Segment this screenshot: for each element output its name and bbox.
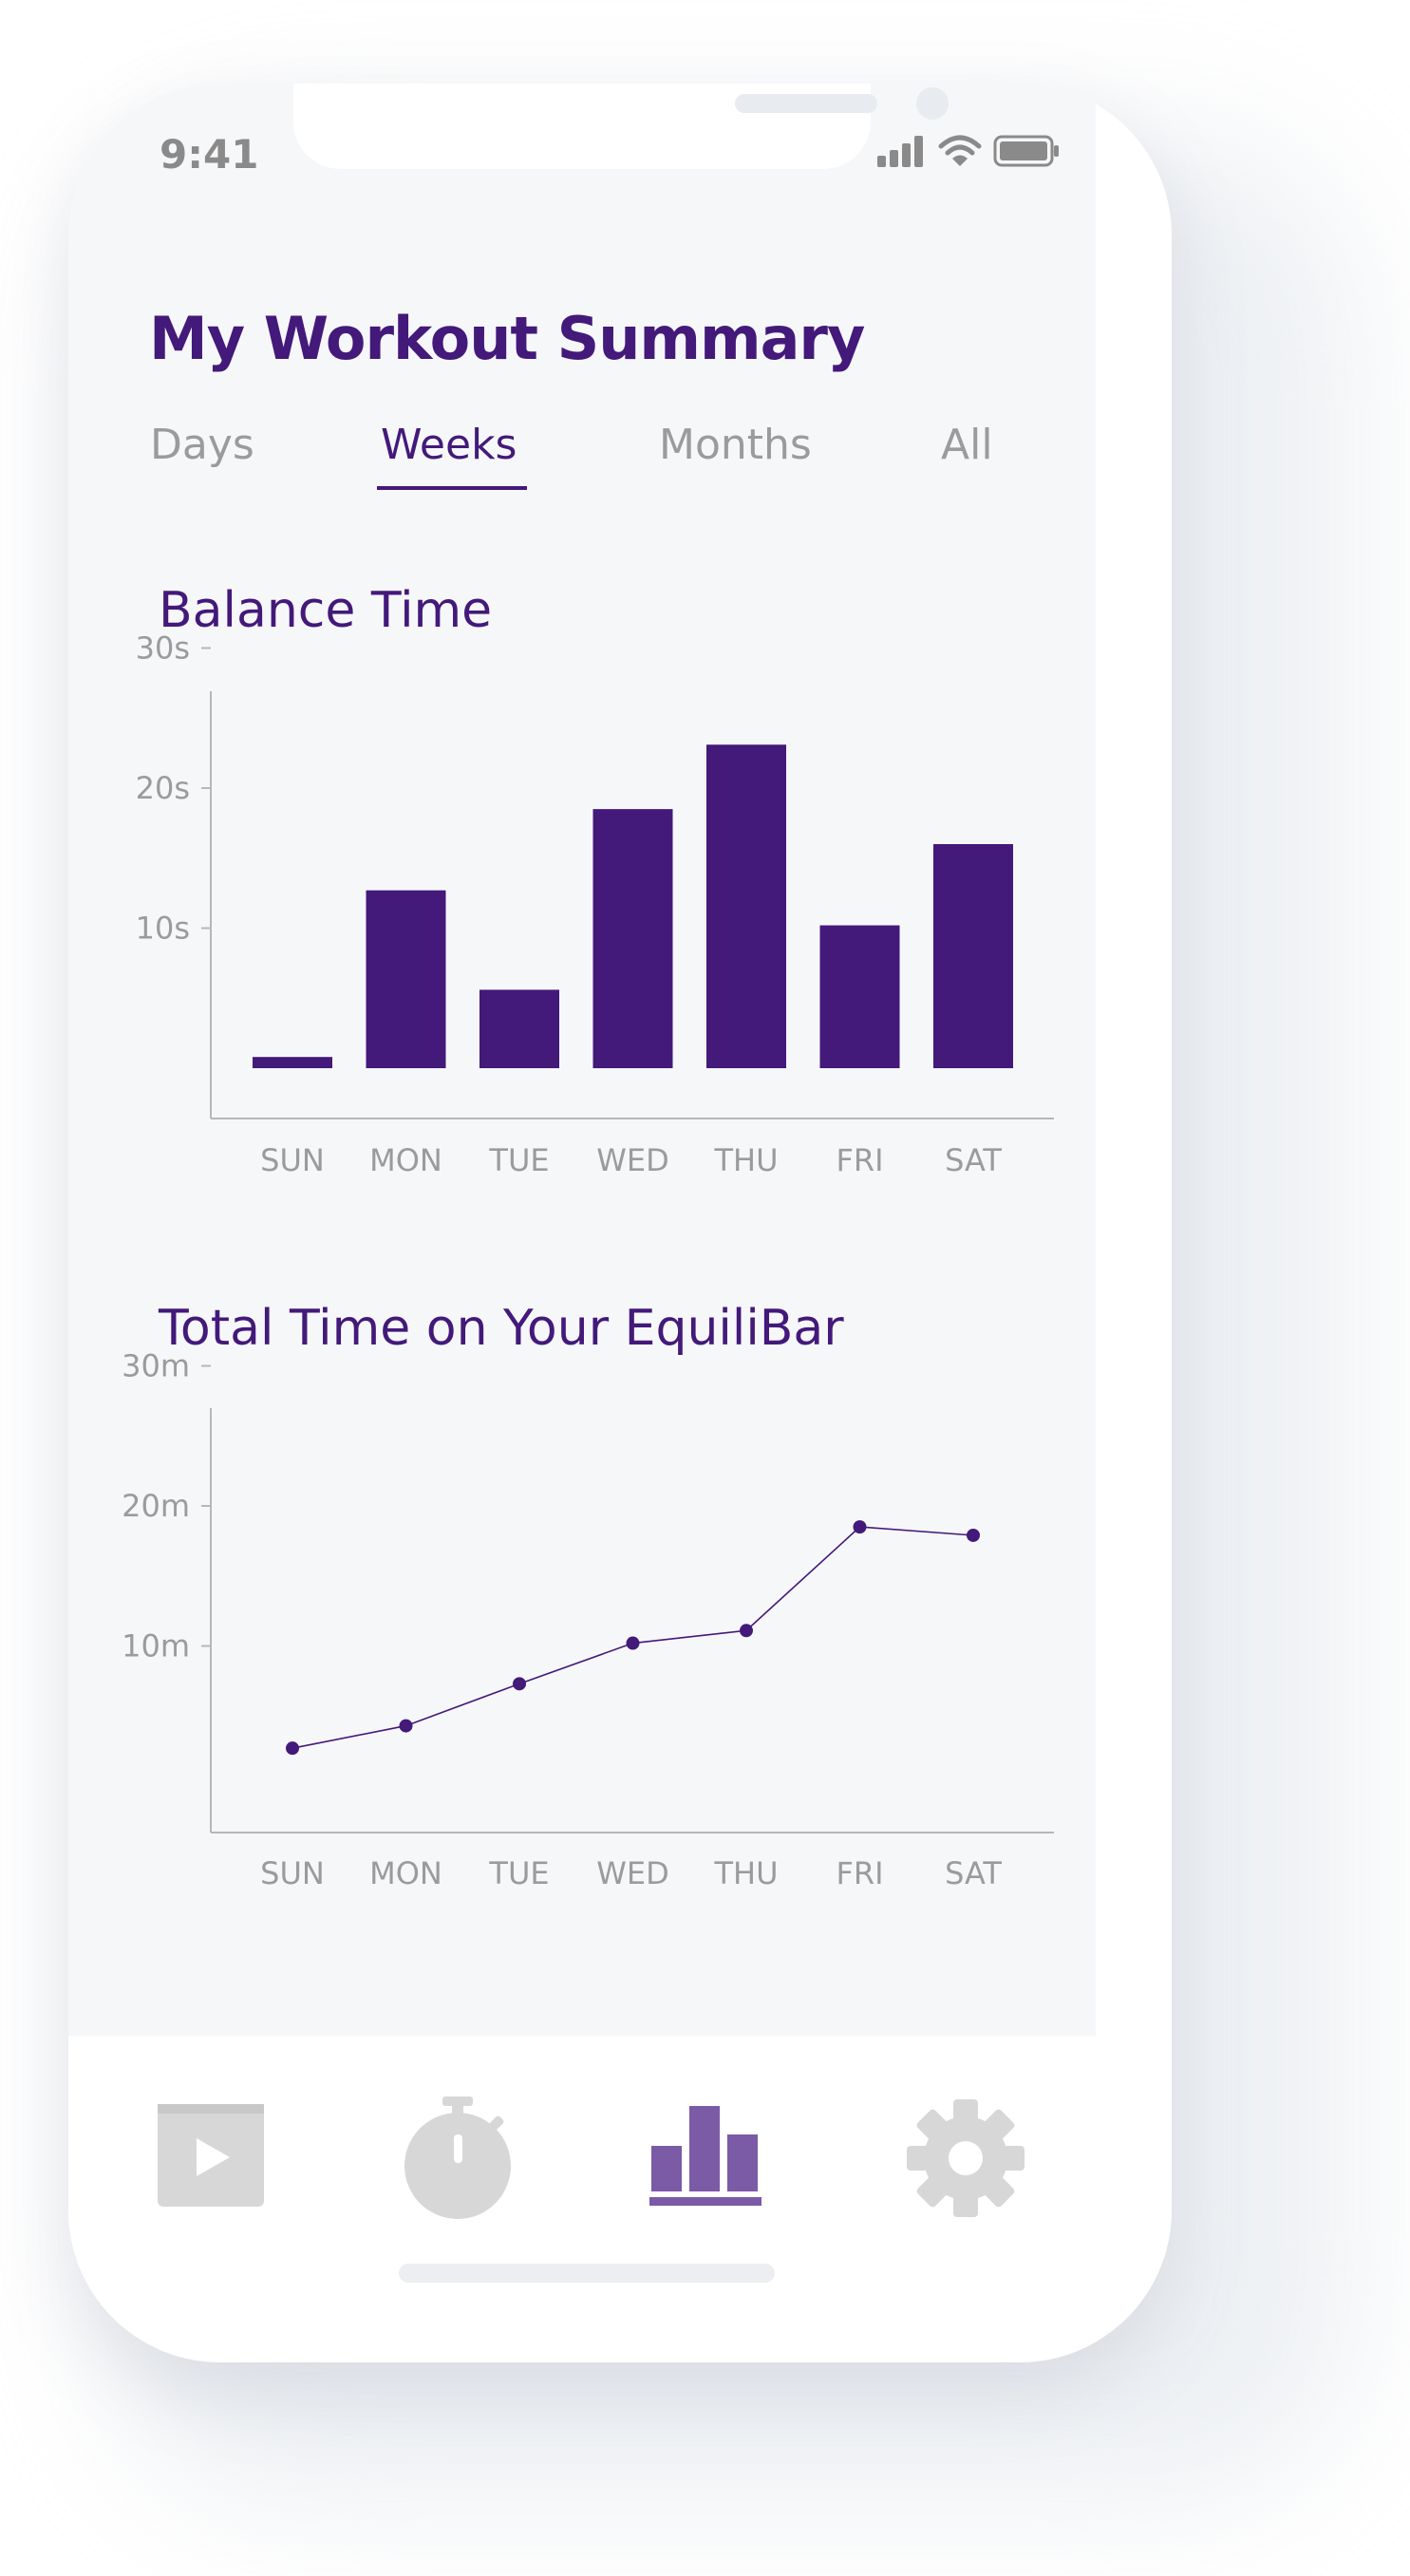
total-time-chart: 10m 20m 30m SUN MON TUE WED THU FRI SAT <box>122 1348 1054 1891</box>
x-tick-label: WED <box>596 1855 669 1891</box>
stopwatch-icon[interactable] <box>401 2097 515 2220</box>
video-play-icon[interactable] <box>154 2097 268 2210</box>
y-tick-label: 30m <box>122 1348 190 1384</box>
data-point <box>853 1520 867 1534</box>
x-tick-label: SUN <box>260 1855 325 1891</box>
x-tick-label: SAT <box>945 1855 1002 1891</box>
data-point <box>286 1741 299 1756</box>
gear-icon[interactable] <box>904 2097 1027 2220</box>
bar-chart-icon[interactable] <box>648 2097 771 2210</box>
x-tick-label: FRI <box>836 1855 883 1891</box>
x-tick-label: THU <box>713 1855 778 1891</box>
data-point <box>626 1636 640 1650</box>
home-indicator <box>399 2264 775 2283</box>
data-point <box>513 1677 526 1691</box>
data-point <box>740 1624 753 1638</box>
phone-frame: 9:41 My Workout Summary Days Weeks Month… <box>68 84 1172 2362</box>
x-tick-label: MON <box>369 1855 442 1891</box>
x-tick-label: TUE <box>488 1855 549 1891</box>
y-tick-label: 10m <box>122 1628 190 1664</box>
data-point <box>399 1719 413 1733</box>
data-point <box>967 1528 980 1542</box>
app-screen: 9:41 My Workout Summary Days Weeks Month… <box>68 84 1096 2036</box>
y-tick-label: 20m <box>122 1488 190 1524</box>
